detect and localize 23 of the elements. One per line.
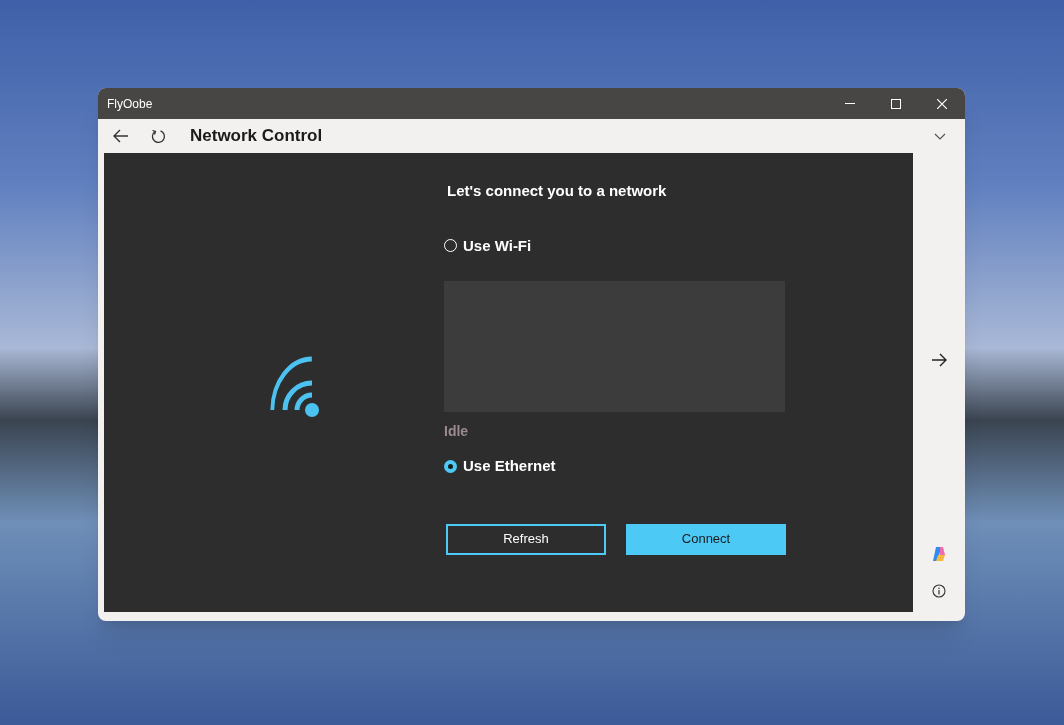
info-icon (932, 584, 946, 598)
radio-option[interactable]: Use Ethernet (444, 455, 556, 478)
radio-option[interactable]: Use Wi-Fi (444, 234, 532, 257)
forward-arrow-icon (931, 353, 947, 367)
section-heading: Let's connect you to a network (447, 181, 668, 201)
back-arrow-icon (113, 129, 129, 143)
minimize-icon (845, 103, 855, 104)
status-text: Idle (444, 422, 469, 441)
window-title: FlyOobe (107, 95, 153, 113)
page-title: Network Control (190, 125, 323, 148)
next-button[interactable] (930, 351, 948, 369)
refresh-icon (150, 128, 166, 144)
refresh-button[interactable] (150, 128, 166, 144)
back-button[interactable] (112, 127, 130, 145)
assistant-logo-icon (931, 546, 947, 562)
refresh-button[interactable]: Refresh (446, 523, 606, 555)
assistant-button[interactable] (930, 545, 948, 563)
radio-button[interactable] (444, 459, 457, 473)
maximize-icon (891, 98, 901, 109)
info-button[interactable] (931, 583, 947, 599)
close-icon (937, 98, 947, 109)
chevron-down-icon (934, 132, 946, 140)
connect-button[interactable]: Connect (626, 523, 786, 555)
